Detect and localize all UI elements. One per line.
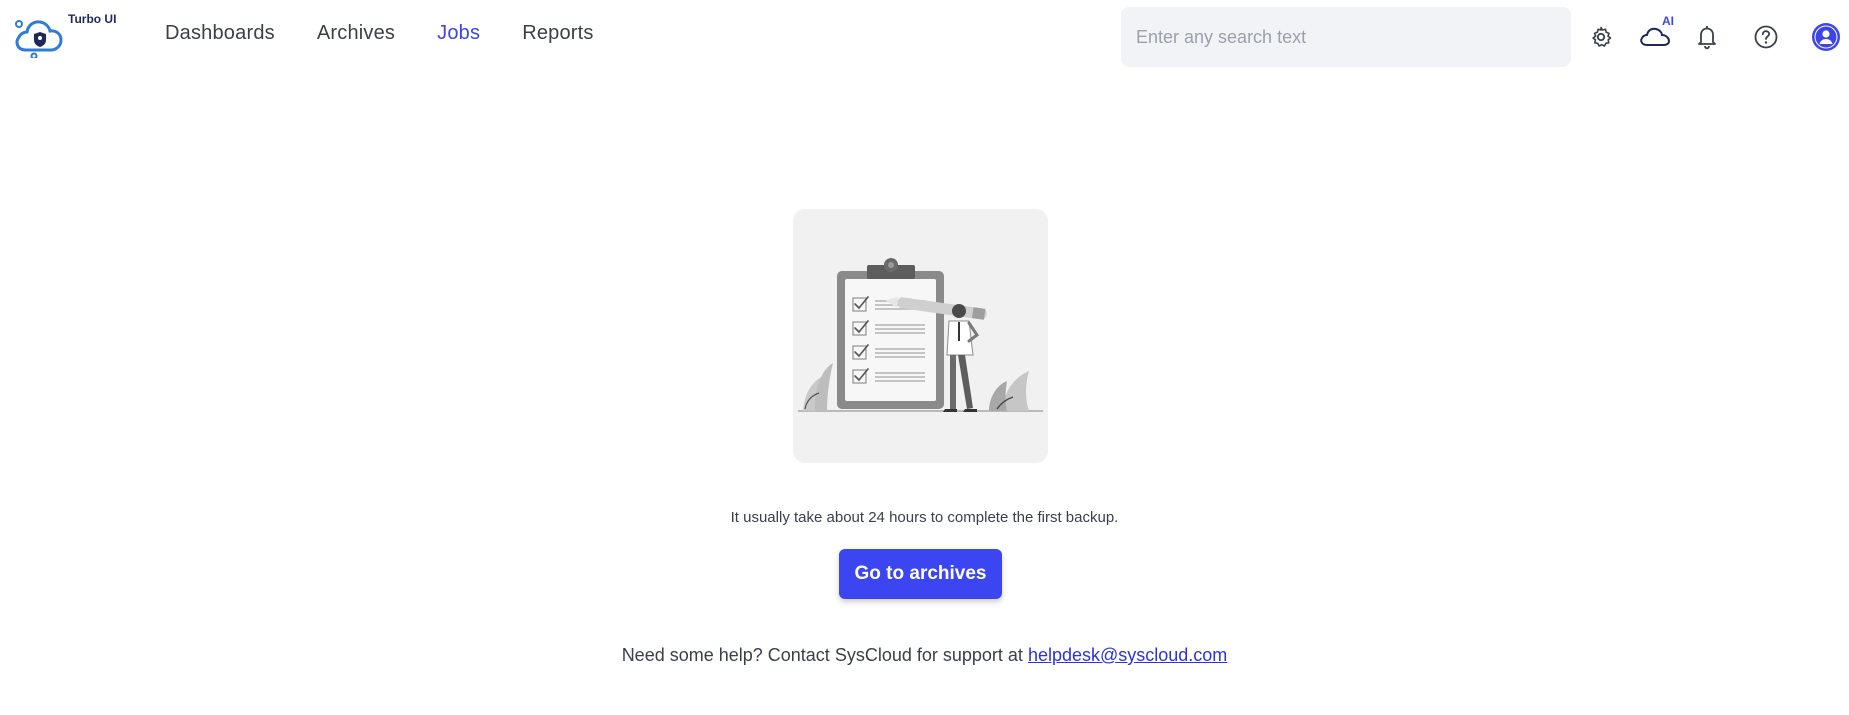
settings-button[interactable] <box>1586 22 1616 52</box>
ai-cloud-icon <box>1640 27 1671 46</box>
help-text: Need some help? Contact SysCloud for sup… <box>621 645 1023 665</box>
nav-reports[interactable]: Reports <box>522 22 593 45</box>
ai-label: AI <box>1662 14 1674 28</box>
user-avatar-button[interactable] <box>1810 21 1842 53</box>
search-input[interactable] <box>1134 25 1558 49</box>
app-name: Turbo UI <box>68 12 117 26</box>
nav-dashboards[interactable]: Dashboards <box>165 22 275 45</box>
bell-icon <box>1698 26 1716 50</box>
gear-icon <box>1592 26 1612 47</box>
nav-archives[interactable]: Archives <box>317 22 395 45</box>
help-footer: Need some help? Contact SysCloud for sup… <box>0 645 1849 666</box>
nav-jobs[interactable]: Jobs <box>437 22 480 45</box>
go-to-archives-button[interactable]: Go to archives <box>839 549 1002 599</box>
empty-state-message: It usually take about 24 hours to comple… <box>730 509 1119 526</box>
help-button[interactable] <box>1751 22 1781 52</box>
notifications-button[interactable] <box>1692 22 1722 52</box>
user-avatar-icon <box>1812 23 1840 51</box>
main-nav: Dashboards Archives Jobs Reports <box>165 22 636 45</box>
help-icon <box>1754 25 1778 49</box>
search-box <box>1121 7 1571 67</box>
helpdesk-email-link[interactable]: helpdesk@syscloud.com <box>1028 645 1227 665</box>
app-logo[interactable]: Turbo UI <box>12 10 132 60</box>
empty-state-illustration <box>793 209 1048 463</box>
cloud-shield-logo-icon <box>15 20 63 58</box>
top-navigation-bar: Turbo UI Dashboards Archives Jobs Report… <box>0 0 1849 76</box>
clipboard-checklist-illustration <box>798 258 1043 412</box>
